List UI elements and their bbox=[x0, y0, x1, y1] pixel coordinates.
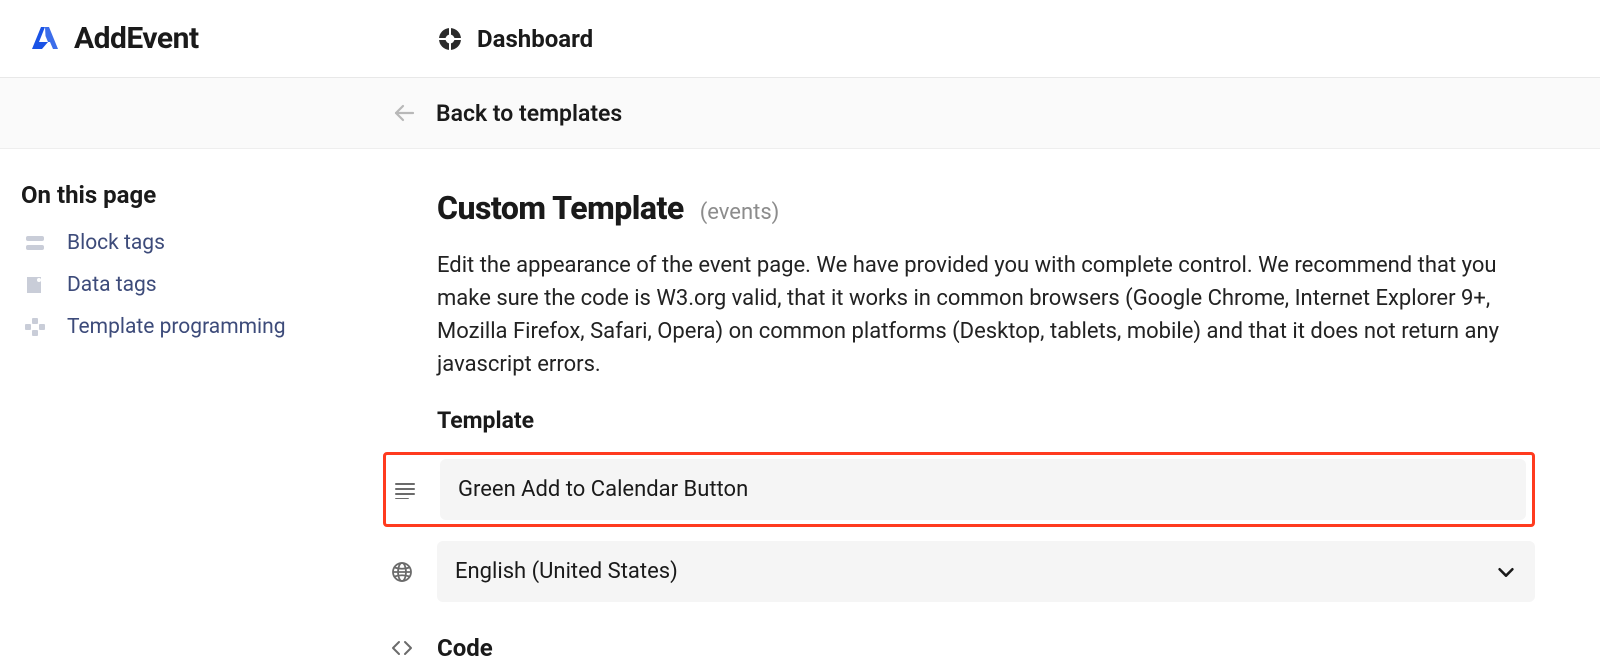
arrow-left-icon bbox=[392, 101, 416, 125]
sidebar-list: Block tags Data tags bbox=[21, 231, 390, 339]
sidebar-title: On this page bbox=[21, 181, 390, 209]
language-row: English (United States) bbox=[389, 541, 1535, 602]
page-description: Edit the appearance of the event page. W… bbox=[437, 249, 1527, 381]
brand-name: AddEvent bbox=[74, 21, 199, 56]
sidebar-item-data-tags[interactable]: Data tags bbox=[21, 273, 390, 297]
sidebar-item-label: Template programming bbox=[67, 315, 286, 339]
sidebar: On this page Block tags bbox=[0, 181, 390, 662]
template-programming-icon bbox=[21, 316, 49, 338]
chevron-down-icon bbox=[1495, 561, 1517, 583]
brand-logo[interactable]: AddEvent bbox=[28, 21, 437, 56]
page-title: Custom Template bbox=[437, 189, 684, 227]
addevent-logo-icon bbox=[28, 23, 60, 55]
block-tags-icon bbox=[21, 232, 49, 254]
content-wrap: On this page Block tags bbox=[0, 149, 1600, 662]
language-select[interactable]: English (United States) bbox=[437, 541, 1535, 602]
sidebar-item-label: Block tags bbox=[67, 231, 165, 255]
back-label: Back to templates bbox=[436, 100, 622, 127]
sidebar-item-block-tags[interactable]: Block tags bbox=[21, 231, 390, 255]
back-to-templates-link[interactable]: Back to templates bbox=[392, 100, 622, 127]
page-title-suffix: (events) bbox=[700, 200, 780, 225]
template-section-label: Template bbox=[437, 407, 1535, 434]
language-selected-value: English (United States) bbox=[455, 559, 678, 584]
code-section-label: Code bbox=[437, 634, 493, 662]
code-icon bbox=[389, 638, 415, 658]
text-lines-icon bbox=[392, 481, 418, 499]
globe-icon bbox=[389, 560, 415, 584]
sidebar-item-label: Data tags bbox=[67, 273, 157, 297]
data-tags-icon bbox=[21, 274, 49, 296]
sub-header: Back to templates bbox=[0, 78, 1600, 149]
template-name-row bbox=[392, 459, 1526, 520]
code-section-row: Code bbox=[389, 634, 1535, 662]
dashboard-label: Dashboard bbox=[477, 25, 593, 53]
page-heading-row: Custom Template (events) bbox=[437, 189, 1535, 227]
template-name-input[interactable] bbox=[440, 459, 1526, 520]
sidebar-item-template-programming[interactable]: Template programming bbox=[21, 315, 390, 339]
template-name-highlight bbox=[383, 452, 1535, 527]
dashboard-link[interactable]: Dashboard bbox=[437, 25, 593, 53]
dashboard-icon bbox=[437, 26, 463, 52]
top-header: AddEvent Dashboard bbox=[0, 0, 1600, 78]
main-content: Custom Template (events) Edit the appear… bbox=[390, 181, 1600, 662]
